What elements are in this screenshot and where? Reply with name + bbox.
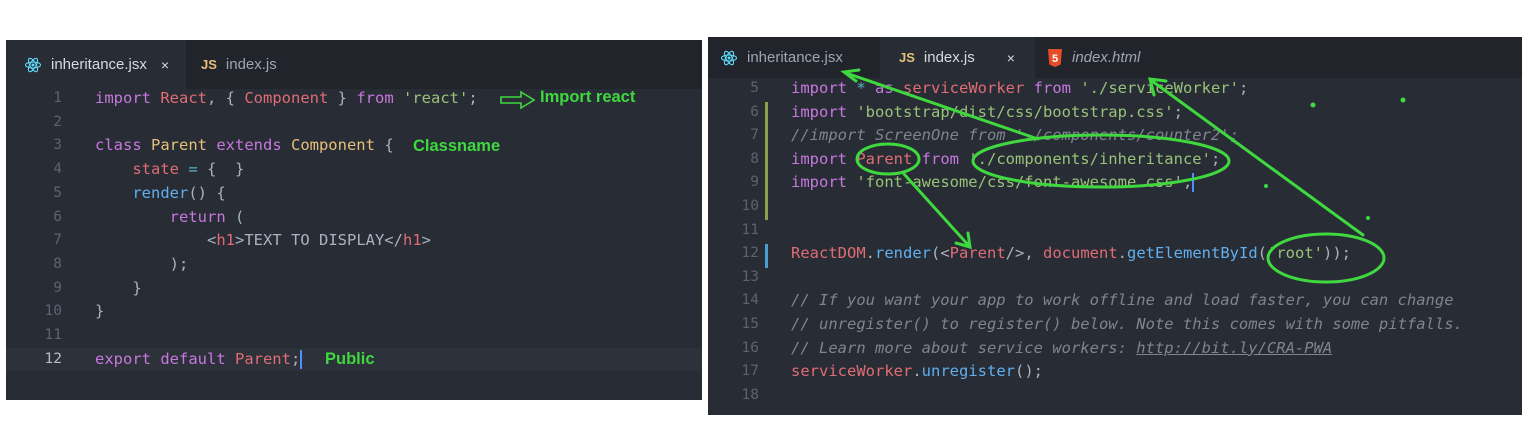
line-number: 7 <box>750 127 759 144</box>
tab-label: index.html <box>1072 49 1141 66</box>
tab-index-js[interactable]: JS index.js × <box>880 37 1035 78</box>
tab-index-html[interactable]: 5 index.html <box>1035 37 1183 78</box>
line-number: 5 <box>750 80 759 96</box>
code-text: state = { } <box>132 160 245 179</box>
line-number: 11 <box>741 221 759 238</box>
tab-inheritance-jsx[interactable]: inheritance.jsx <box>708 37 880 78</box>
code-line[interactable]: 2 <box>6 111 702 135</box>
tab-inheritance-jsx[interactable]: inheritance.jsx × <box>6 40 186 89</box>
tab-index-js[interactable]: JS index.js <box>201 40 277 89</box>
line-number: 10 <box>44 303 62 320</box>
right-tab-bar: inheritance.jsx JS index.js × 5 index.ht… <box>708 37 1522 78</box>
code-line[interactable]: 5 render() { <box>6 182 702 206</box>
code-line[interactable]: 17 serviceWorker.unregister(); <box>708 360 1522 384</box>
html5-icon-text: 5 <box>1052 53 1058 65</box>
line-number: 9 <box>53 279 62 296</box>
line-number: 3 <box>53 137 62 154</box>
code-line[interactable]: 3 class Parent extends Component { <box>6 134 702 158</box>
react-icon <box>24 56 42 74</box>
code-line[interactable]: 6 return ( <box>6 206 702 230</box>
code-text: return ( <box>169 207 245 226</box>
line-number: 9 <box>750 174 759 191</box>
code-line[interactable]: 12 ReactDOM.render(<Parent/>, document.ge… <box>708 242 1522 266</box>
line-number: 15 <box>741 316 759 332</box>
line-number: 10 <box>741 198 759 214</box>
close-icon[interactable]: × <box>161 57 169 73</box>
code-text: // If you want your app to work offline … <box>791 291 1454 310</box>
line-number: 1 <box>53 90 62 106</box>
code-text: serviceWorker.unregister(); <box>791 362 1043 381</box>
line-number: 7 <box>53 232 62 249</box>
line-number: 13 <box>741 268 759 285</box>
code-text: // Learn more about service workers: htt… <box>791 338 1333 357</box>
code-line[interactable]: 7 //import ScreenOne from './components/c… <box>708 124 1522 148</box>
code-text: // unregister() to register() below. Not… <box>791 315 1463 333</box>
line-number: 8 <box>750 150 759 167</box>
line-number: 11 <box>44 327 62 343</box>
code-text: import 'bootstrap/dist/css/bootstrap.css… <box>791 102 1183 121</box>
close-icon[interactable]: × <box>1007 50 1015 66</box>
text-cursor <box>1192 173 1195 193</box>
left-editor-panel: inheritance.jsx × JS index.js 1 import Re… <box>6 40 702 400</box>
code-line[interactable]: 11 <box>6 324 702 348</box>
code-text: //import ScreenOne from './components/co… <box>791 126 1239 145</box>
tab-label: index.js <box>923 49 975 66</box>
annotation-import-react: Import react <box>540 88 636 106</box>
tab-label: inheritance.jsx <box>747 49 843 66</box>
right-editor-panel: inheritance.jsx JS index.js × 5 index.ht… <box>708 37 1522 415</box>
code-line[interactable]: 8 ); <box>6 253 702 277</box>
code-text: import React, { Component } from 'react'… <box>95 89 478 107</box>
line-number: 18 <box>741 386 759 403</box>
code-text: ReactDOM.render(<Parent/>, document.getE… <box>791 244 1351 263</box>
code-line[interactable]: 7 <h1>TEXT TO DISPLAY</h1> <box>6 229 702 253</box>
code-text: } <box>95 278 142 297</box>
code-line[interactable]: 15 // unregister() to register() below. N… <box>708 313 1522 337</box>
code-line[interactable]: 14 // If you want your app to work offlin… <box>708 289 1522 313</box>
code-text: class Parent extends Component { <box>95 136 394 155</box>
html5-icon: 5 <box>1047 48 1063 67</box>
code-line[interactable]: 9 import 'font-awesome/css/font-awesome.c… <box>708 171 1522 195</box>
line-number: 12 <box>741 245 759 262</box>
code-line[interactable]: 6 import 'bootstrap/dist/css/bootstrap.cs… <box>708 101 1522 125</box>
code-text: render() { <box>132 183 226 202</box>
annotation-public: Public <box>325 350 375 368</box>
line-number: 6 <box>53 208 62 225</box>
code-text: } <box>95 302 105 321</box>
react-icon <box>720 49 738 67</box>
line-number: 4 <box>53 161 62 178</box>
code-line[interactable]: 5 import * as serviceWorker from './servi… <box>708 77 1522 101</box>
code-text: <h1>TEXT TO DISPLAY</h1> <box>95 231 431 250</box>
code-line[interactable]: 18 <box>708 384 1522 408</box>
line-number: 14 <box>741 292 759 309</box>
js-icon: JS <box>899 50 915 65</box>
line-number: 6 <box>750 103 759 120</box>
code-text: ); <box>95 254 189 273</box>
code-line[interactable]: 8 import Parent from './components/inheri… <box>708 148 1522 172</box>
code-line[interactable]: 4 state = { } <box>6 158 702 182</box>
tab-label: index.js <box>225 56 277 73</box>
code-text: import 'font-awesome/css/font-awesome.cs… <box>791 173 1195 193</box>
text-cursor <box>300 349 303 369</box>
line-number: 16 <box>741 339 759 356</box>
left-tab-bar: inheritance.jsx × JS index.js <box>6 40 702 89</box>
annotation-classname: Classname <box>413 137 501 155</box>
code-line[interactable]: 13 <box>708 266 1522 290</box>
line-number: 5 <box>53 184 62 201</box>
line-number: 8 <box>53 255 62 272</box>
js-icon: JS <box>201 57 217 72</box>
code-text: import Parent from './components/inherit… <box>791 149 1221 168</box>
code-text: export default Parent; <box>95 349 303 369</box>
tab-label: inheritance.jsx <box>51 56 147 73</box>
line-number: 17 <box>741 363 759 380</box>
code-line[interactable]: 9 } <box>6 277 702 301</box>
code-line[interactable]: 16 // Learn more about service workers: h… <box>708 337 1522 361</box>
line-number: 12 <box>44 350 62 367</box>
code-line[interactable]: 10} <box>6 300 702 324</box>
code-line[interactable]: 11 <box>708 219 1522 243</box>
line-number: 2 <box>53 113 62 130</box>
code-line[interactable]: 10 <box>708 195 1522 219</box>
code-text: import * as serviceWorker from './servic… <box>791 79 1249 97</box>
